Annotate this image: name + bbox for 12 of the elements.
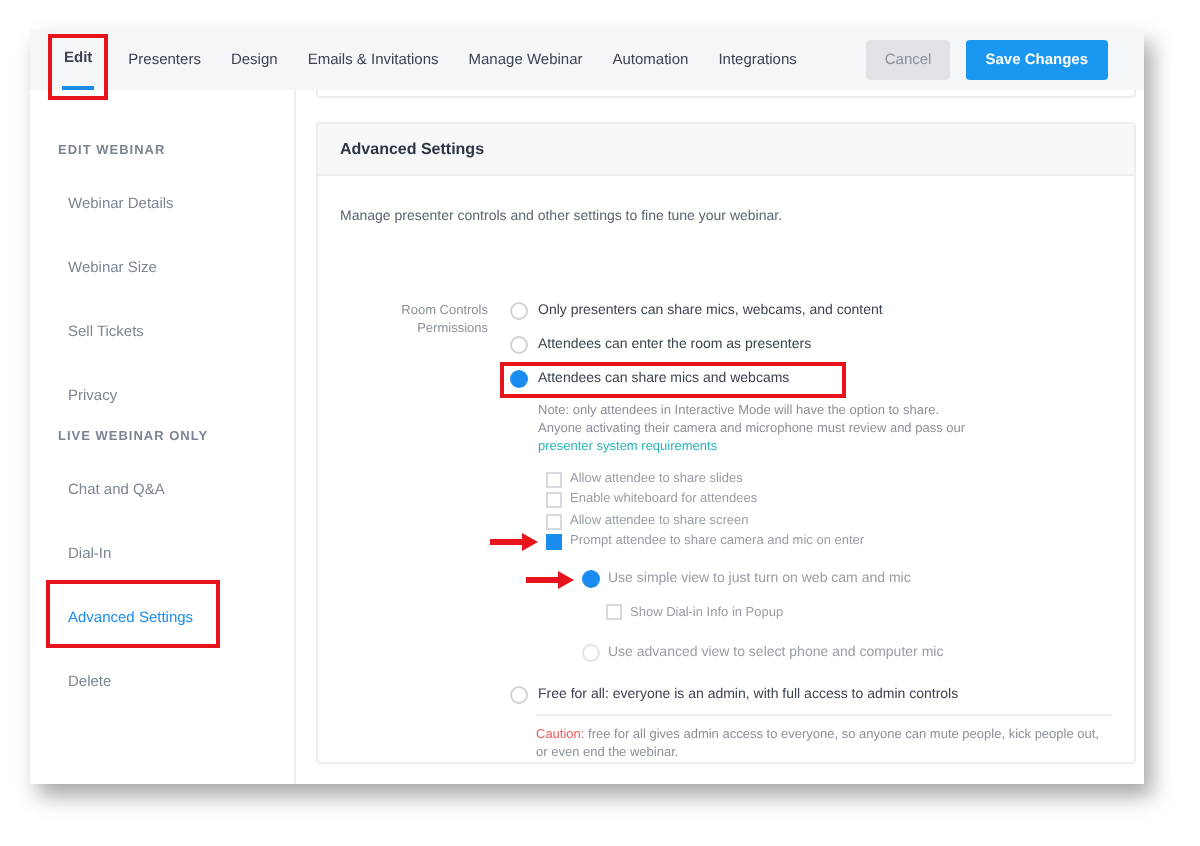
- checkbox[interactable]: [546, 471, 562, 488]
- checkbox[interactable]: [546, 492, 562, 509]
- radio-button[interactable]: [582, 644, 600, 662]
- radio-button[interactable]: [510, 686, 528, 704]
- radio-button[interactable]: [510, 370, 528, 388]
- card-title: Advanced Settings: [340, 137, 485, 161]
- radio-button[interactable]: [510, 336, 528, 354]
- checkbox[interactable]: [546, 534, 562, 551]
- radio-button[interactable]: [510, 302, 528, 320]
- checkbox[interactable]: [606, 604, 622, 620]
- radio-button[interactable]: [582, 570, 600, 588]
- checkbox[interactable]: [546, 513, 562, 530]
